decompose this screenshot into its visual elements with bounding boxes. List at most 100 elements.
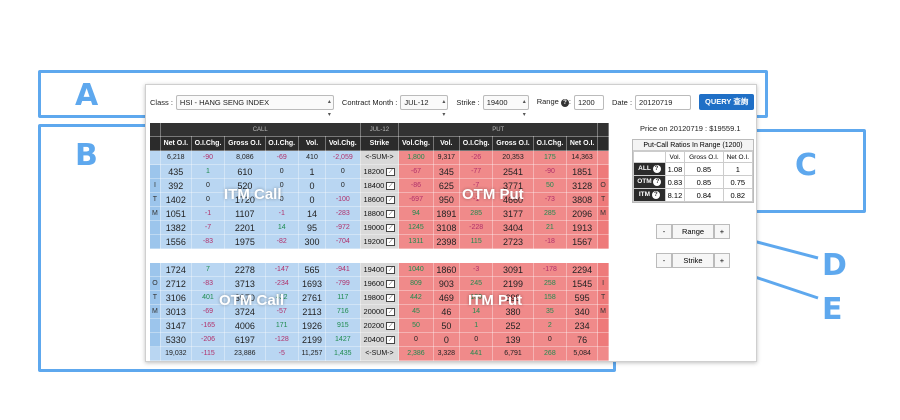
section-spacer bbox=[149, 248, 609, 263]
put-cell: 76 bbox=[566, 332, 599, 347]
strike-plus-button[interactable]: + bbox=[714, 253, 730, 268]
column-header[interactable]: O.I.Chg. bbox=[264, 136, 299, 151]
sum-cell: 6,218 bbox=[159, 150, 192, 165]
column-header[interactable]: O.I.Chg. bbox=[458, 136, 494, 151]
column-header[interactable]: Vol. bbox=[432, 136, 460, 151]
range-minus-button[interactable]: - bbox=[656, 224, 672, 239]
chart-icon[interactable]: ⟋ bbox=[386, 266, 396, 274]
strike-value: 18200 bbox=[363, 166, 385, 176]
chart-icon[interactable]: ⟋ bbox=[386, 280, 396, 288]
strike-select[interactable]: 19400 ▴ ▾ bbox=[482, 94, 529, 118]
strike-cell[interactable]: 20000 ⟋ bbox=[359, 304, 400, 319]
side-letter: O bbox=[597, 178, 609, 193]
chart-icon[interactable]: ⟋ bbox=[386, 308, 396, 316]
strike-cell[interactable]: 18800 ⟋ bbox=[359, 206, 400, 221]
column-header[interactable]: Strike bbox=[359, 136, 400, 151]
side-letter bbox=[597, 164, 609, 179]
strike-cell[interactable]: 19800 ⟋ bbox=[359, 290, 400, 305]
chart-icon[interactable]: ⟋ bbox=[386, 168, 396, 176]
otm-put-overlay: OTM Put bbox=[462, 186, 524, 203]
strike-cell[interactable]: 19400 ⟋ bbox=[359, 262, 400, 277]
table-row[interactable]: 1382 -7 2201 14 95 -972 19000 ⟋ 1245 3108 -228 3404… bbox=[149, 220, 609, 235]
put-cell: 950 bbox=[432, 192, 460, 207]
strike-cell[interactable]: 19200 ⟋ bbox=[359, 234, 400, 249]
put-cell: 50 bbox=[398, 318, 434, 333]
ratio-row-label: OTM ? bbox=[633, 175, 666, 189]
column-header[interactable]: Net O.I. bbox=[159, 136, 192, 151]
range-input[interactable]: 1200 bbox=[574, 94, 605, 110]
table-row[interactable]: 435 1 610 0 1 0 18200 ⟋ -67 345 -77 2541 -90 1851 bbox=[149, 164, 609, 179]
date-input[interactable]: 20120719 bbox=[635, 94, 692, 110]
chart-icon[interactable]: ⟋ bbox=[386, 196, 396, 204]
strike-minus-button[interactable]: - bbox=[656, 253, 672, 268]
call-cell: 14 bbox=[297, 206, 327, 221]
chart-icon[interactable]: ⟋ bbox=[386, 294, 396, 302]
sum-spacer bbox=[597, 346, 609, 361]
column-header[interactable]: O.I.Chg. bbox=[532, 136, 568, 151]
help-icon[interactable]: ? bbox=[651, 191, 660, 199]
side-letter bbox=[149, 318, 161, 333]
column-header[interactable]: Vol. bbox=[297, 136, 327, 151]
table-row[interactable]: I 392 0 520 0 0 0 18400 ⟋ -86 625 -7 3771 50 3128 O bbox=[149, 178, 609, 193]
range-label: Range ?: bbox=[536, 97, 572, 107]
ratio-column-header: Net O.I. bbox=[722, 151, 754, 163]
table-row[interactable]: 3147 -165 4006 171 1926 915 20200 ⟋ 50 50 1 252 2 234 bbox=[149, 318, 609, 333]
chart-icon[interactable]: ⟋ bbox=[386, 322, 396, 330]
strike-cell[interactable]: 19600 ⟋ bbox=[359, 276, 400, 291]
range-plus-button[interactable]: + bbox=[714, 224, 730, 239]
side-letter: T bbox=[149, 290, 161, 305]
help-icon[interactable]: ? bbox=[560, 99, 569, 107]
table-row[interactable]: T 1402 0 1720 0 0 -100 18600 ⟋ -697 950 -1 4660 -73 38… bbox=[149, 192, 609, 207]
chart-icon[interactable]: ⟋ bbox=[386, 336, 396, 344]
strike-value: 20200 bbox=[363, 320, 385, 330]
strike-cell[interactable]: 20400 ⟋ bbox=[359, 332, 400, 347]
ratio-corner bbox=[633, 151, 666, 163]
strike-cell[interactable]: 18600 ⟋ bbox=[359, 192, 400, 207]
ratio-value: 1 bbox=[722, 162, 754, 176]
ratio-column-header: Vol. bbox=[664, 151, 686, 163]
ratio-label-text: OTM bbox=[637, 178, 652, 185]
ratio-value: 0.83 bbox=[664, 175, 686, 189]
put-cell: 94 bbox=[398, 206, 434, 221]
chart-icon[interactable]: ⟋ bbox=[386, 210, 396, 218]
put-cell: -228 bbox=[458, 220, 494, 235]
put-cell: 0 bbox=[432, 332, 460, 347]
call-cell: 6197 bbox=[224, 332, 266, 347]
call-cell: 3106 bbox=[159, 290, 192, 305]
column-header[interactable]: Vol.Chg. bbox=[398, 136, 434, 151]
table-row[interactable]: 1556 -83 1975 -82 300 -704 19200 ⟋ 1311 2398 115 27… bbox=[149, 234, 609, 249]
ratio-header-row: Vol. Gross O.I. Net O.I. bbox=[633, 151, 754, 163]
column-header[interactable]: Vol.Chg. bbox=[325, 136, 361, 151]
table-row[interactable]: 1724 7 2278 -147 565 -941 19400 ⟋ 1040 1860 -3 3091… bbox=[149, 262, 609, 277]
put-cell: 903 bbox=[432, 276, 460, 291]
column-header[interactable]: O.I.Chg. bbox=[190, 136, 226, 151]
strike-cell[interactable]: 19000 ⟋ bbox=[359, 220, 400, 235]
chart-icon[interactable]: ⟋ bbox=[386, 182, 396, 190]
strike-value: 19200 bbox=[363, 236, 385, 246]
call-cell: 3013 bbox=[159, 304, 192, 319]
column-header[interactable]: Net O.I. bbox=[566, 136, 599, 151]
strike-cell[interactable]: 20200 ⟋ bbox=[359, 318, 400, 333]
put-cell: -90 bbox=[532, 164, 568, 179]
strike-cell[interactable]: 18200 ⟋ bbox=[359, 164, 400, 179]
table-row[interactable]: M 1051 -1 1107 -1 14 -283 18800 ⟋ 94 1891 285 3177 28… bbox=[149, 206, 609, 221]
put-cell: -67 bbox=[398, 164, 434, 179]
column-header[interactable]: Gross O.I. bbox=[224, 136, 266, 151]
help-icon[interactable]: ? bbox=[653, 178, 662, 186]
help-icon[interactable]: ? bbox=[652, 165, 661, 173]
month-select[interactable]: JUL-12 ▴ ▾ bbox=[400, 94, 449, 118]
chart-icon[interactable]: ⟋ bbox=[386, 224, 396, 232]
table-row[interactable]: O 2712 -83 3713 -234 1693 -799 19600 ⟋ 809 903 245 2… bbox=[149, 276, 609, 291]
chart-icon[interactable]: ⟋ bbox=[386, 238, 396, 246]
call-cell: -82 bbox=[264, 234, 299, 249]
table-row[interactable]: 5330 -206 6197 -128 2199 1427 20400 ⟋ 0 0 0 139 0 76 bbox=[149, 332, 609, 347]
query-button[interactable]: QUERY 查詢 bbox=[699, 94, 755, 110]
strike-stepper-label: Strike bbox=[672, 253, 714, 268]
call-cell: 1 bbox=[190, 164, 226, 179]
call-cell: 0 bbox=[190, 192, 226, 207]
ratio-row: ALL ? 1.08 0.85 1 bbox=[633, 162, 754, 176]
column-header[interactable]: Gross O.I. bbox=[492, 136, 534, 151]
strike-cell[interactable]: 18400 ⟋ bbox=[359, 178, 400, 193]
class-select[interactable]: HSI - HANG SENG INDEX ▴ ▾ bbox=[175, 94, 334, 118]
callout-e-letter: E bbox=[822, 292, 843, 327]
